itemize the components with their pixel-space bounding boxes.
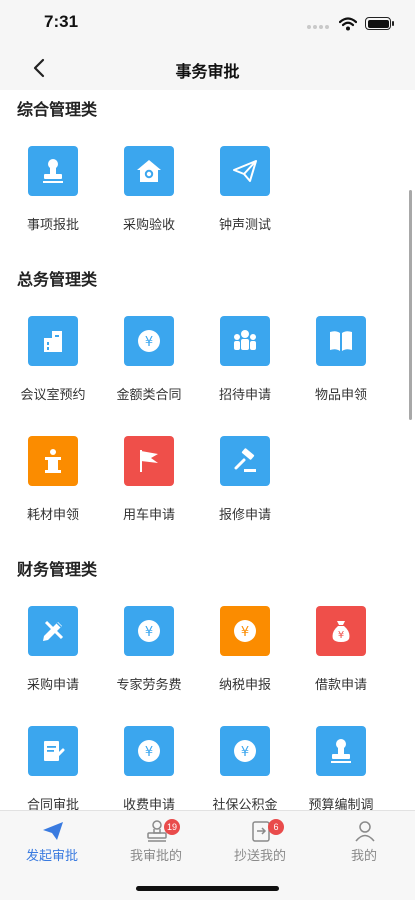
tab-1[interactable]: 发起审批: [0, 811, 104, 867]
scroll-indicator[interactable]: [409, 190, 412, 420]
approval-list[interactable]: 综合管理类事项报批 采购验收钟声测试总务管理类会议室预约 ¥ 金额类合同 招待申请物品申…: [0, 90, 415, 810]
section-title: 总务管理类: [17, 270, 98, 289]
svg-text:¥: ¥: [145, 745, 153, 760]
tab-4[interactable]: 我的: [312, 811, 415, 867]
svg-text:¥: ¥: [338, 630, 344, 641]
svg-text:¥: ¥: [145, 335, 153, 350]
count-badge: 19: [164, 819, 181, 835]
count-badge: 6: [268, 819, 284, 835]
item-label: 物品申领: [314, 388, 367, 403]
tab-3[interactable]: 6 抄送我的: [208, 811, 312, 867]
approval-item[interactable]: 用车申请: [101, 436, 197, 536]
flag-icon: [124, 436, 174, 486]
home-indicator[interactable]: [136, 886, 279, 891]
tab-label: 抄送我的: [233, 849, 286, 864]
section-title: 财务管理类: [17, 560, 98, 579]
approval-item[interactable]: 采购验收: [101, 146, 197, 246]
tab-label: 我的: [350, 849, 377, 864]
battery-icon: [365, 17, 394, 30]
approval-item[interactable]: ¥ 借款申请: [293, 606, 389, 706]
approval-item[interactable]: ¥ 社保公积金: [197, 726, 293, 810]
approval-item[interactable]: 钟声测试: [197, 146, 293, 246]
tab-bar: 发起审批 19 我审批的 6 抄送我的 我的: [0, 810, 415, 866]
item-label: 报修申请: [218, 508, 271, 523]
open-book-icon: [316, 316, 366, 366]
money-bag-icon: ¥: [316, 606, 366, 656]
tab-label: 发起审批: [25, 849, 78, 864]
approval-item[interactable]: ¥ 金额类合同: [101, 316, 197, 416]
approval-item[interactable]: ¥ 纳税申报: [197, 606, 293, 706]
people-group-icon: [220, 316, 270, 366]
yuan-coin-icon: ¥: [220, 606, 270, 656]
wifi-icon: [339, 16, 357, 30]
podium-icon: [28, 436, 78, 486]
seal-stamp-icon: [28, 146, 78, 196]
approval-item[interactable]: 预算编制调: [293, 726, 389, 810]
status-bar: 7:31: [0, 0, 415, 46]
approval-item[interactable]: ¥ 专家劳务费: [101, 606, 197, 706]
approval-item[interactable]: 会议室预约: [5, 316, 101, 416]
signal-icon: [307, 14, 331, 33]
paper-plane-icon: [220, 146, 270, 196]
house-gear-icon: [124, 146, 174, 196]
svg-text:¥: ¥: [241, 625, 249, 640]
approval-item[interactable]: 报修申请: [197, 436, 293, 536]
item-label: 预算编制调: [308, 798, 374, 810]
user-icon: [354, 820, 376, 842]
approval-item[interactable]: 招待申请: [197, 316, 293, 416]
approval-item[interactable]: ¥ 收费申请: [101, 726, 197, 810]
document-edit-icon: [28, 726, 78, 776]
status-time: 7:31: [44, 12, 79, 31]
paper-plane-icon: [42, 820, 64, 842]
approval-item[interactable]: 耗材申领: [5, 436, 101, 536]
building-icon: [28, 316, 78, 366]
status-icons: [307, 14, 394, 33]
yuan-coin-icon: ¥: [124, 316, 174, 366]
page-title: 事务审批: [175, 62, 240, 81]
home-area: [0, 866, 415, 900]
approval-item[interactable]: 合同审批: [5, 726, 101, 810]
nav-bar: 事务审批: [0, 46, 415, 90]
yuan-coin-icon: ¥: [124, 726, 174, 776]
yuan-coin-icon: ¥: [124, 606, 174, 656]
approval-item[interactable]: 物品申领: [293, 316, 389, 416]
svg-text:¥: ¥: [241, 745, 249, 760]
tab-2[interactable]: 19 我审批的: [104, 811, 208, 867]
approval-item[interactable]: 事项报批: [5, 146, 101, 246]
tab-label: 我审批的: [129, 849, 182, 864]
section-title: 综合管理类: [17, 100, 98, 119]
gavel-icon: [220, 436, 270, 486]
seal-stamp-icon: [316, 726, 366, 776]
item-label: 借款申请: [314, 678, 367, 693]
yuan-coin-icon: ¥: [220, 726, 270, 776]
approval-item[interactable]: 采购申请: [5, 606, 101, 706]
pencil-ruler-icon: [28, 606, 78, 656]
svg-text:¥: ¥: [145, 625, 153, 640]
item-label: 钟声测试: [218, 218, 271, 233]
